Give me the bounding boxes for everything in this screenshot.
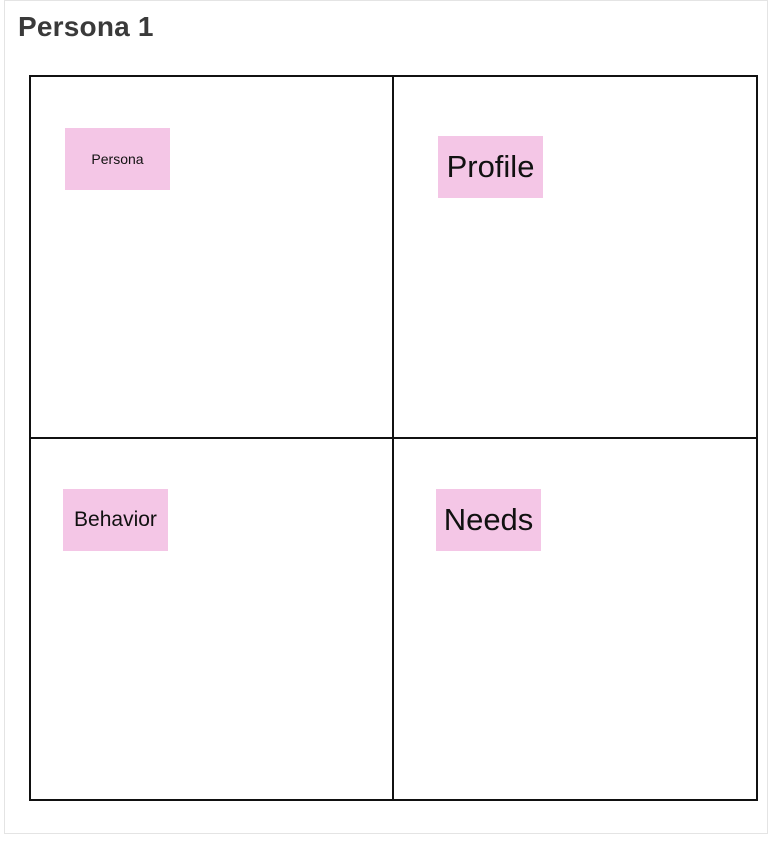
sticky-note-label: Needs bbox=[443, 502, 534, 537]
sticky-note-behavior[interactable]: Behavior bbox=[63, 489, 168, 551]
sticky-note-label: Behavior bbox=[74, 508, 157, 531]
sticky-note-label: Persona bbox=[91, 151, 144, 167]
sticky-note-label: Profile bbox=[446, 149, 535, 184]
sticky-note-needs[interactable]: Needs bbox=[436, 489, 541, 551]
sticky-note-profile[interactable]: Profile bbox=[438, 136, 543, 198]
frame-title[interactable]: Persona 1 bbox=[18, 10, 154, 44]
sticky-note-persona[interactable]: Persona bbox=[65, 128, 170, 190]
grid-horizontal-divider bbox=[29, 437, 758, 439]
